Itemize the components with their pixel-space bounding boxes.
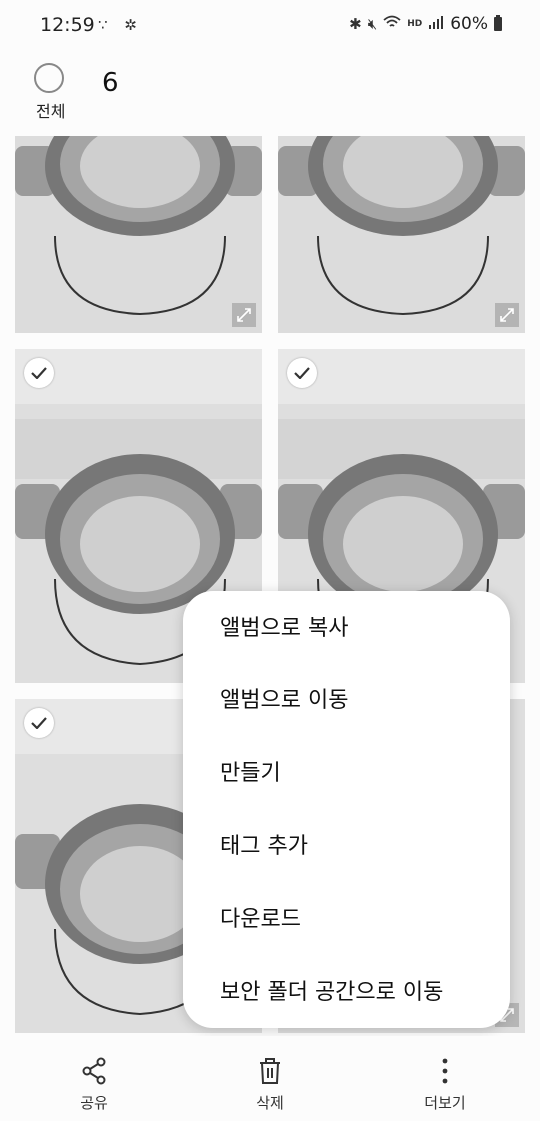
select-all-label: 전체: [36, 102, 66, 121]
photo-thumbnail[interactable]: [278, 136, 525, 333]
bluetooth-icon: ✱: [349, 15, 362, 33]
pot-photo: [15, 136, 262, 333]
photo-thumbnail[interactable]: [15, 136, 262, 333]
delete-button[interactable]: 삭제: [225, 1054, 315, 1113]
menu-item-move-to-album[interactable]: 앨범으로 이동: [220, 681, 500, 721]
notification-icons: ∵ ✲: [98, 16, 143, 34]
selected-check-icon[interactable]: [24, 358, 54, 388]
signal-icon: [428, 15, 444, 33]
delete-label: 삭제: [256, 1094, 284, 1112]
selected-count: 6: [102, 68, 119, 98]
selected-check-icon[interactable]: [287, 358, 317, 388]
select-all-checkbox[interactable]: [34, 63, 64, 93]
more-button[interactable]: 더보기: [400, 1054, 490, 1113]
battery-percent: 60%: [450, 14, 488, 34]
selected-check-icon[interactable]: [24, 708, 54, 738]
battery-icon: [494, 15, 502, 31]
menu-item-copy-to-album[interactable]: 앨범으로 복사: [220, 609, 500, 649]
menu-item-move-to-secure-folder[interactable]: 보안 폴더 공간으로 이동: [220, 973, 500, 1013]
trash-icon: [225, 1054, 315, 1088]
hd-voice-icon: HD: [407, 18, 423, 29]
menu-item-create[interactable]: 만들기: [220, 754, 500, 794]
menu-item-download[interactable]: 다운로드: [220, 900, 500, 940]
more-label: 더보기: [424, 1094, 466, 1112]
status-time: 12:59: [40, 14, 95, 36]
expand-icon[interactable]: [232, 303, 256, 327]
wifi-icon: [383, 15, 401, 33]
mute-icon: 🔇︎: [367, 15, 378, 33]
share-button[interactable]: 공유: [49, 1054, 139, 1113]
status-right: ✱ 🔇︎ HD 60%: [349, 14, 502, 34]
share-label: 공유: [80, 1094, 108, 1112]
menu-item-add-tag[interactable]: 태그 추가: [220, 827, 500, 867]
status-bar: 12:59 ∵ ✲ ✱ 🔇︎ HD 60%: [0, 0, 540, 52]
expand-icon[interactable]: [495, 303, 519, 327]
bottom-action-bar: 공유 삭제 더보기: [0, 1036, 540, 1121]
share-icon: [49, 1054, 139, 1088]
more-options-menu: 앨범으로 복사 앨범으로 이동 만들기 태그 추가 다운로드 보안 폴더 공간으…: [183, 591, 510, 1028]
more-vertical-icon: [400, 1054, 490, 1088]
pot-photo: [278, 136, 525, 333]
